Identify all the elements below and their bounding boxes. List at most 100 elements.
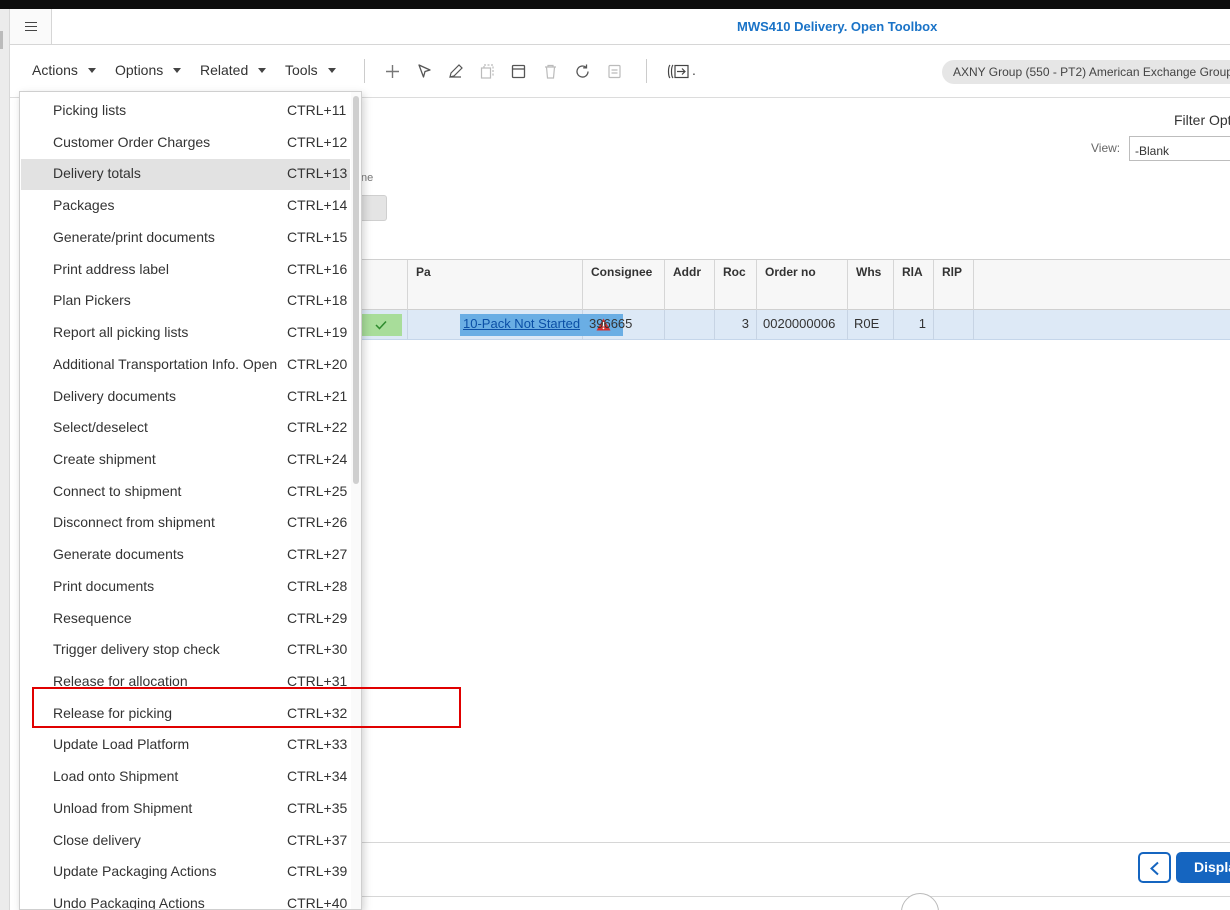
- menu-item-shortcut: CTRL+26: [287, 514, 348, 531]
- menu-item-label: Undo Packaging Actions: [53, 895, 205, 910]
- menu-item-shortcut: CTRL+12: [287, 133, 348, 150]
- menu-item-load-onto-shipment[interactable]: Load onto Shipment CTRL+34: [21, 762, 350, 793]
- menu-item-packages[interactable]: Packages CTRL+14: [21, 191, 350, 222]
- column-header-whs[interactable]: Whs: [848, 260, 894, 310]
- view-label: View:: [1091, 141, 1121, 155]
- menu-item-shortcut: CTRL+35: [287, 799, 348, 816]
- menu-item-label: Delivery totals: [53, 165, 141, 182]
- menu-item-shortcut: CTRL+33: [287, 736, 348, 753]
- menu-item-unload-from-shipment[interactable]: Unload from Shipment CTRL+35: [21, 794, 350, 825]
- delete-icon[interactable]: [542, 63, 559, 80]
- window-top-strip: [0, 0, 1230, 9]
- column-header-rla[interactable]: RlA: [894, 260, 934, 310]
- column-header-addr[interactable]: Addr: [665, 260, 715, 310]
- menu-item-resequence[interactable]: Resequence CTRL+29: [21, 604, 350, 635]
- menu-item-label: Delivery documents: [53, 387, 176, 404]
- menu-item-label: Generate documents: [53, 546, 184, 563]
- menu-item-shortcut: CTRL+16: [287, 260, 348, 277]
- menu-item-shortcut: CTRL+21: [287, 387, 348, 404]
- menu-item-trigger-delivery-stop-check[interactable]: Trigger delivery stop check CTRL+30: [21, 635, 350, 666]
- edit-icon[interactable]: [447, 63, 464, 80]
- status-ok-indicator: [361, 314, 402, 336]
- menu-item-plan-pickers[interactable]: Plan Pickers CTRL+18: [21, 286, 350, 317]
- view-select[interactable]: -Blank: [1129, 136, 1230, 161]
- highlight-annotation: [32, 687, 461, 728]
- options-menu-button[interactable]: Options: [115, 62, 182, 78]
- menu-item-label: Plan Pickers: [53, 292, 131, 309]
- menu-item-picking-lists[interactable]: Picking lists CTRL+11: [21, 96, 350, 127]
- tools-menu-label: Tools: [285, 62, 318, 78]
- menu-item-shortcut: CTRL+25: [287, 482, 348, 499]
- column-header-status[interactable]: [361, 260, 408, 310]
- menu-item-create-shipment[interactable]: Create shipment CTRL+24: [21, 445, 350, 476]
- column-header-roc[interactable]: Roc: [715, 260, 757, 310]
- actions-menu-label: Actions: [32, 62, 78, 78]
- display-icon[interactable]: [510, 63, 527, 80]
- menu-item-label: Update Packaging Actions: [53, 863, 217, 880]
- pack-status-link[interactable]: 10-Pack Not Started: [463, 316, 580, 331]
- menu-item-update-load-platform[interactable]: Update Load Platform CTRL+33: [21, 730, 350, 761]
- roc-cell: 3: [715, 310, 757, 340]
- menu-item-generate-documents[interactable]: Generate documents CTRL+27: [21, 540, 350, 571]
- add-icon[interactable]: [384, 63, 401, 80]
- rlp-cell: [934, 310, 974, 340]
- field-button-partial[interactable]: [361, 195, 387, 221]
- menu-item-print-documents[interactable]: Print documents CTRL+28: [21, 572, 350, 603]
- menu-item-label: Close delivery: [53, 831, 141, 848]
- tools-menu-button[interactable]: Tools: [285, 62, 336, 78]
- whs-cell: R0E: [848, 310, 894, 340]
- menu-item-generate-print-documents[interactable]: Generate/print documents CTRL+15: [21, 223, 350, 254]
- menu-item-undo-packaging-actions[interactable]: Undo Packaging Actions CTRL+40: [21, 889, 350, 910]
- column-header-consignee[interactable]: Consignee: [583, 260, 665, 310]
- menu-item-shortcut: CTRL+19: [287, 324, 348, 340]
- menu-item-customer-order-charges[interactable]: Customer Order Charges CTRL+12: [21, 128, 350, 159]
- column-header-order-no[interactable]: Order no: [757, 260, 848, 310]
- select-icon[interactable]: [416, 63, 433, 80]
- actions-menu-button[interactable]: Actions: [32, 62, 96, 78]
- menu-item-print-address-label[interactable]: Print address label CTRL+16: [21, 255, 350, 286]
- menu-item-label: Print documents: [53, 577, 155, 594]
- menu-item-label: Print address label: [53, 260, 169, 277]
- menu-item-label: Connect to shipment: [53, 482, 182, 499]
- page-title: MWS410 Delivery. Open Toolbox: [737, 19, 938, 34]
- hamburger-menu-button[interactable]: [10, 9, 52, 45]
- footer-divider: [361, 842, 1230, 843]
- export-icon[interactable]: [606, 63, 623, 80]
- menu-item-shortcut: CTRL+13: [287, 165, 348, 182]
- menu-item-shortcut: CTRL+14: [287, 197, 348, 214]
- delivery-grid: Pa Consignee Addr Roc Order no Whs RlA R…: [361, 259, 1230, 341]
- column-header-rlp[interactable]: RlP: [934, 260, 974, 310]
- menu-item-shortcut: CTRL+24: [287, 450, 348, 467]
- menu-scrollbar-thumb[interactable]: [353, 96, 359, 484]
- menu-item-update-packaging-actions[interactable]: Update Packaging Actions CTRL+39: [21, 857, 350, 888]
- options-menu-label: Options: [115, 62, 164, 78]
- menu-item-additional-transportation-info-open[interactable]: Additional Transportation Info. Open CTRL…: [21, 350, 350, 381]
- menu-item-select-deselect[interactable]: Select/deselect CTRL+22: [21, 413, 350, 444]
- display-button[interactable]: Display: [1176, 852, 1230, 883]
- menu-item-label: Report all picking lists: [53, 324, 189, 340]
- menu-item-close-delivery[interactable]: Close delivery CTRL+37: [21, 826, 350, 857]
- menu-item-connect-to-shipment[interactable]: Connect to shipment CTRL+25: [21, 477, 350, 508]
- addr-cell: [665, 310, 715, 340]
- filter-options-label[interactable]: Filter Options: [1174, 112, 1230, 128]
- column-header-pa[interactable]: Pa: [408, 260, 583, 310]
- checkmark-icon: [375, 320, 387, 330]
- menu-item-disconnect-from-shipment[interactable]: Disconnect from shipment CTRL+26: [21, 508, 350, 539]
- menu-item-delivery-totals[interactable]: Delivery totals CTRL+13: [21, 159, 350, 191]
- field-label-partial: ne: [361, 172, 374, 184]
- refresh-icon[interactable]: [574, 63, 591, 80]
- related-menu-button[interactable]: Related: [200, 62, 267, 78]
- company-context-chip[interactable]: AXNY Group (550 - PT2) American Exchange…: [942, 60, 1230, 84]
- menu-item-label: Customer Order Charges: [53, 133, 211, 150]
- menu-item-delivery-documents[interactable]: Delivery documents CTRL+21: [21, 382, 350, 413]
- previous-button[interactable]: [1138, 852, 1171, 883]
- table-row[interactable]: 10-Pack Not Started 396665 3 0020000006 …: [361, 310, 1230, 340]
- copy-icon[interactable]: [479, 63, 496, 80]
- menu-item-shortcut: CTRL+11: [287, 102, 347, 118]
- bottom-divider: [361, 896, 1230, 897]
- hamburger-icon: [24, 22, 37, 31]
- toolbar-divider: [646, 59, 647, 83]
- menu-item-report-all-picking-lists[interactable]: Report all picking lists CTRL+19: [21, 318, 350, 349]
- menu-item-shortcut: CTRL+37: [287, 831, 348, 848]
- bookmark-icon[interactable]: [666, 63, 690, 80]
